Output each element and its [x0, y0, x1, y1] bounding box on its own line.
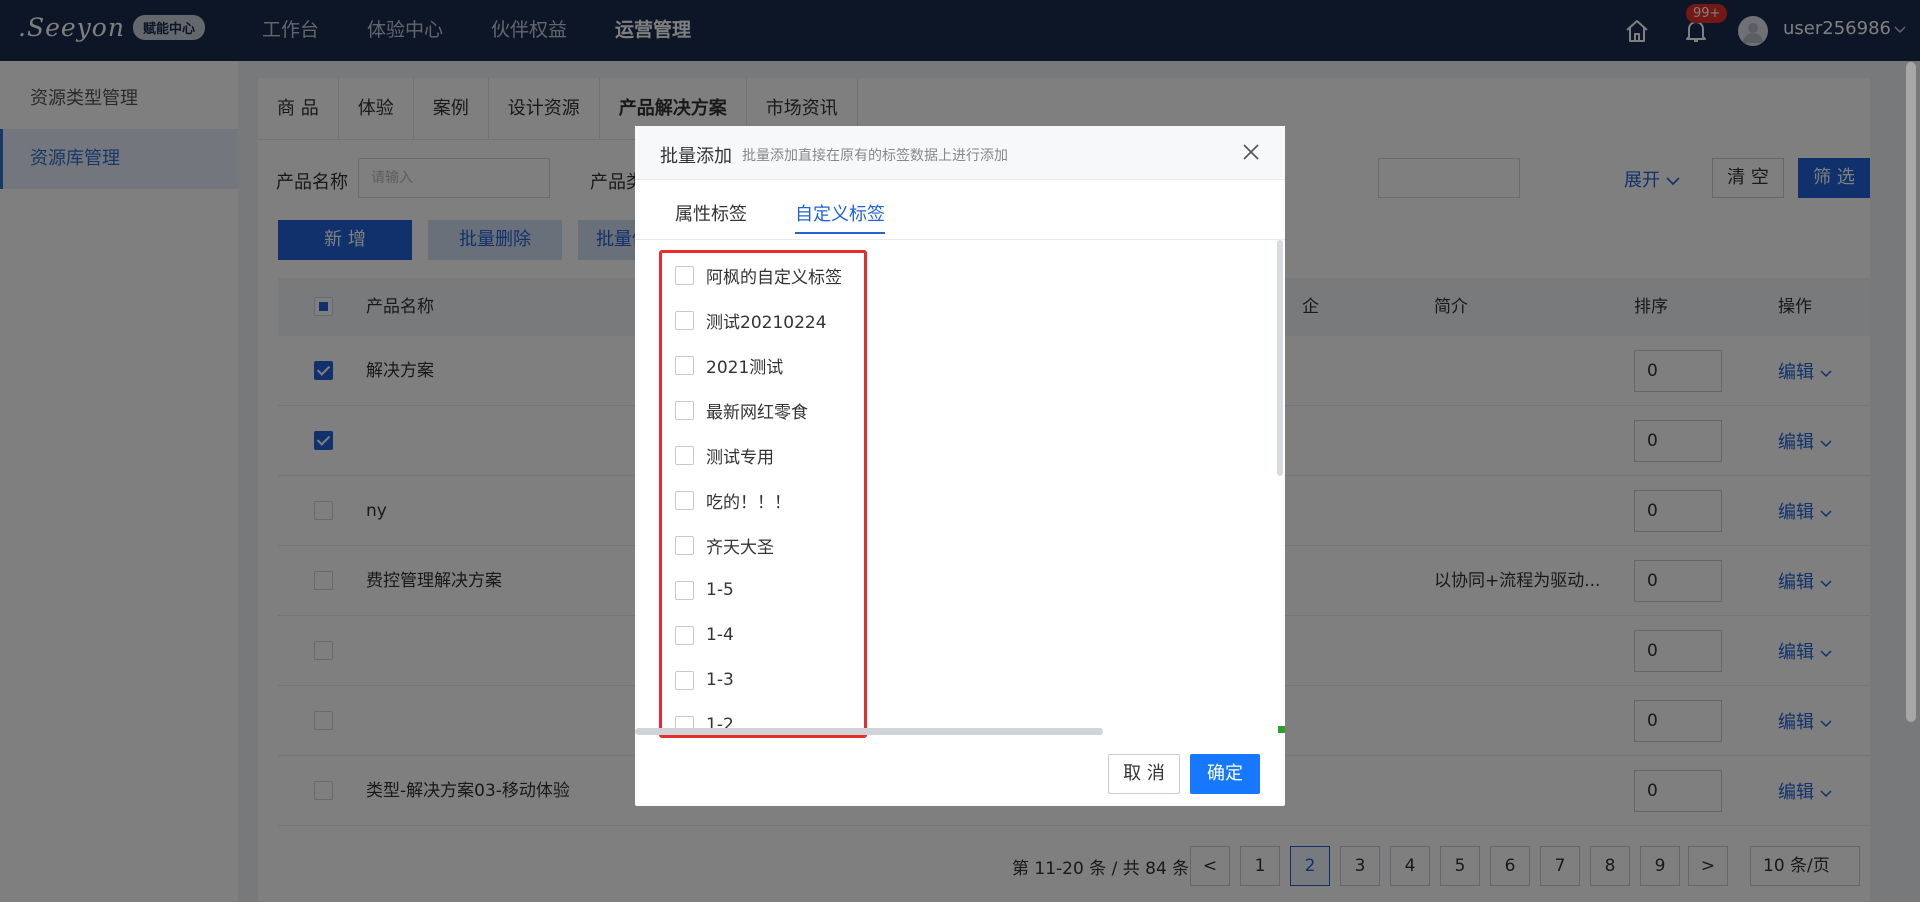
confirm-button[interactable]: 确定	[1190, 754, 1260, 794]
tag-options-list: 阿枫的自定义标签 测试20210224 2021测试 最新网红零食 测试专用 吃的！！！齐…	[635, 240, 1285, 740]
tab-custom-tags[interactable]: 自定义标签	[795, 200, 885, 234]
vertical-scrollbar[interactable]	[1277, 240, 1283, 476]
highlight-box	[659, 250, 867, 738]
modal-tabs: 属性标签 自定义标签	[635, 180, 1285, 240]
horizontal-scrollbar[interactable]	[635, 728, 1103, 735]
modal-header: 批量添加 批量添加直接在原有的标签数据上进行添加	[635, 126, 1285, 180]
modal-title: 批量添加	[660, 146, 732, 167]
batch-add-modal: 批量添加 批量添加直接在原有的标签数据上进行添加 属性标签 自定义标签 阿枫的自…	[635, 126, 1285, 806]
modal-subtitle: 批量添加直接在原有的标签数据上进行添加	[742, 148, 1008, 164]
page-scrollbar[interactable]	[1906, 62, 1916, 722]
cancel-button[interactable]: 取 消	[1108, 754, 1180, 794]
scroll-corner	[1278, 726, 1285, 733]
tab-attribute-tags[interactable]: 属性标签	[675, 200, 747, 226]
close-icon[interactable]	[1241, 142, 1261, 162]
modal-footer: 取 消 确定	[635, 740, 1285, 806]
